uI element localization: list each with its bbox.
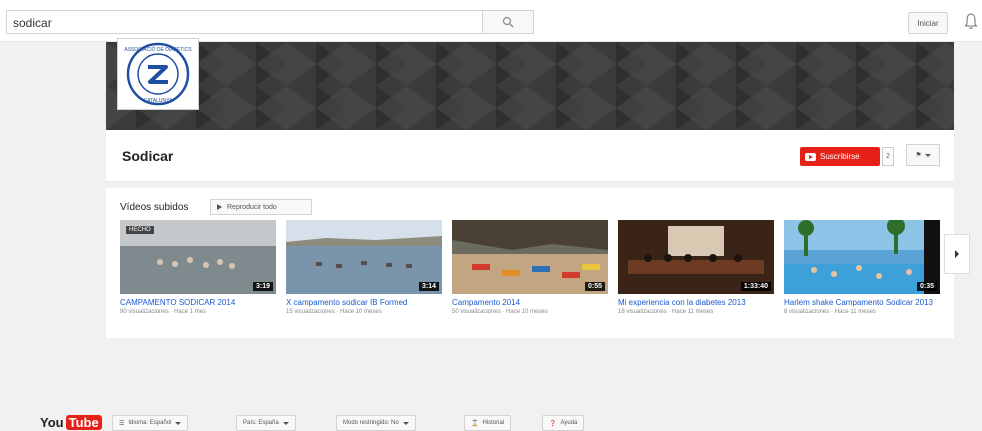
video-title[interactable]: CAMPAMENTO SODICAR 2014 xyxy=(120,298,276,308)
play-icon xyxy=(217,204,222,210)
video-title[interactable]: X campamento sodicar IB Formed xyxy=(286,298,442,308)
video-card[interactable]: HECHO 3:19 CAMPAMENTO SODICAR 2014 90 vi… xyxy=(120,220,276,317)
video-duration: 0:55 xyxy=(584,282,605,291)
country-button[interactable]: País: España xyxy=(236,415,296,431)
chevron-down-icon xyxy=(175,421,182,425)
youtube-logo[interactable]: You Tube xyxy=(40,413,102,431)
video-thumbnail[interactable]: 3:14 xyxy=(286,220,442,294)
restricted-mode-label: Modo restringido: No xyxy=(343,420,399,426)
chevron-down-icon xyxy=(402,421,409,425)
video-meta: 18 visualizaciones · Hace 11 meses xyxy=(618,309,714,315)
video-meta: 90 visualizaciones · Hace 1 mes xyxy=(120,309,207,315)
history-button[interactable]: ⌛ Historial xyxy=(464,415,512,431)
video-thumbnail[interactable]: 1:33:40 xyxy=(618,220,774,294)
video-thumbnail[interactable]: HECHO 3:19 xyxy=(120,220,276,294)
carousel-next-button[interactable] xyxy=(944,234,970,274)
search-button[interactable] xyxy=(482,10,534,34)
notifications-bell-icon[interactable] xyxy=(964,12,978,30)
video-card[interactable]: 3:14 X campamento sodicar IB Formed 15 v… xyxy=(286,220,442,317)
play-all-button[interactable]: Reproducir todo xyxy=(210,199,312,215)
help-icon: ❓ xyxy=(549,420,557,427)
channel-header: Sodicar Suscribirse 2 ⚑ xyxy=(106,130,954,182)
youtube-play-icon xyxy=(805,152,816,161)
search-icon xyxy=(502,16,514,28)
help-button[interactable]: ❓ Ayuda xyxy=(542,415,585,431)
hourglass-icon: ⌛ xyxy=(471,420,479,427)
logo-top-text: ASSOCIACIÓ DE DIABÈTICS xyxy=(124,46,192,53)
footer: You Tube ☰ Idioma: Español País: España … xyxy=(0,405,982,431)
language-button[interactable]: ☰ Idioma: Español xyxy=(112,415,189,431)
video-card[interactable]: 0:55 Campamento 2014 50 visualizaciones … xyxy=(452,220,608,317)
history-label: Historial xyxy=(482,420,505,426)
channel-title[interactable]: Sodicar xyxy=(122,148,173,164)
video-duration: 0:35 xyxy=(916,282,937,291)
chevron-down-icon xyxy=(282,421,289,425)
channel-avatar[interactable]: ASSOCIACIÓ DE DIABÈTICS CATALUNYA xyxy=(117,38,199,110)
logo-bottom-text: CATALUNYA xyxy=(144,98,174,104)
video-card[interactable]: 1:33:40 Mi experiencia con la diabetes 2… xyxy=(618,220,774,317)
video-title[interactable]: Harlem shake Campamento Sodicar 2013 xyxy=(784,298,940,308)
country-label: País: España xyxy=(243,420,279,426)
section-title[interactable]: Vídeos subidos xyxy=(120,202,188,213)
play-all-label: Reproducir todo xyxy=(227,203,277,211)
masthead: sodicar Iniciar xyxy=(0,0,982,42)
video-thumbnail[interactable]: 0:35 xyxy=(784,220,940,294)
flag-menu-button[interactable]: ⚑ xyxy=(906,144,940,166)
video-duration: 1:33:40 xyxy=(740,282,771,291)
channel-banner xyxy=(106,42,954,130)
video-duration: 3:19 xyxy=(252,282,273,291)
language-label: Idioma: Español xyxy=(128,420,172,426)
chevron-right-icon xyxy=(955,250,959,258)
logo-you: You xyxy=(40,414,64,430)
search-input[interactable]: sodicar xyxy=(6,10,483,34)
video-thumbnail[interactable]: 0:55 xyxy=(452,220,608,294)
video-meta: 15 visualizaciones · Hace 10 meses xyxy=(286,309,382,315)
logo-tube: Tube xyxy=(65,414,102,430)
sign-in-button[interactable]: Iniciar xyxy=(908,12,948,34)
video-card[interactable]: 0:35 Harlem shake Campamento Sodicar 201… xyxy=(784,220,940,317)
subscribe-button[interactable]: Suscribirse xyxy=(800,147,880,166)
flag-icon: ⚑ xyxy=(915,152,922,159)
video-title[interactable]: Mi experiencia con la diabetes 2013 xyxy=(618,298,774,308)
restricted-mode-button[interactable]: Modo restringido: No xyxy=(336,415,416,431)
help-label: Ayuda xyxy=(560,420,578,426)
video-meta: 8 visualizaciones · Hace 11 meses xyxy=(784,309,876,315)
sodicar-logo: ASSOCIACIÓ DE DIABÈTICS CATALUNYA xyxy=(124,42,192,106)
subscribe-label: Suscribirse xyxy=(820,152,860,161)
subscriber-count: 2 xyxy=(882,147,894,166)
video-badge: HECHO xyxy=(126,226,154,234)
banner-pattern xyxy=(106,42,954,130)
uploaded-videos-section: Vídeos subidos Reproducir todo HECHO 3:1… xyxy=(106,188,954,338)
chevron-down-icon xyxy=(924,153,931,157)
language-icon: ☰ xyxy=(119,420,125,427)
video-meta: 50 visualizaciones · Hace 10 meses xyxy=(452,309,548,315)
video-title[interactable]: Campamento 2014 xyxy=(452,298,608,308)
video-duration: 3:14 xyxy=(418,282,439,291)
